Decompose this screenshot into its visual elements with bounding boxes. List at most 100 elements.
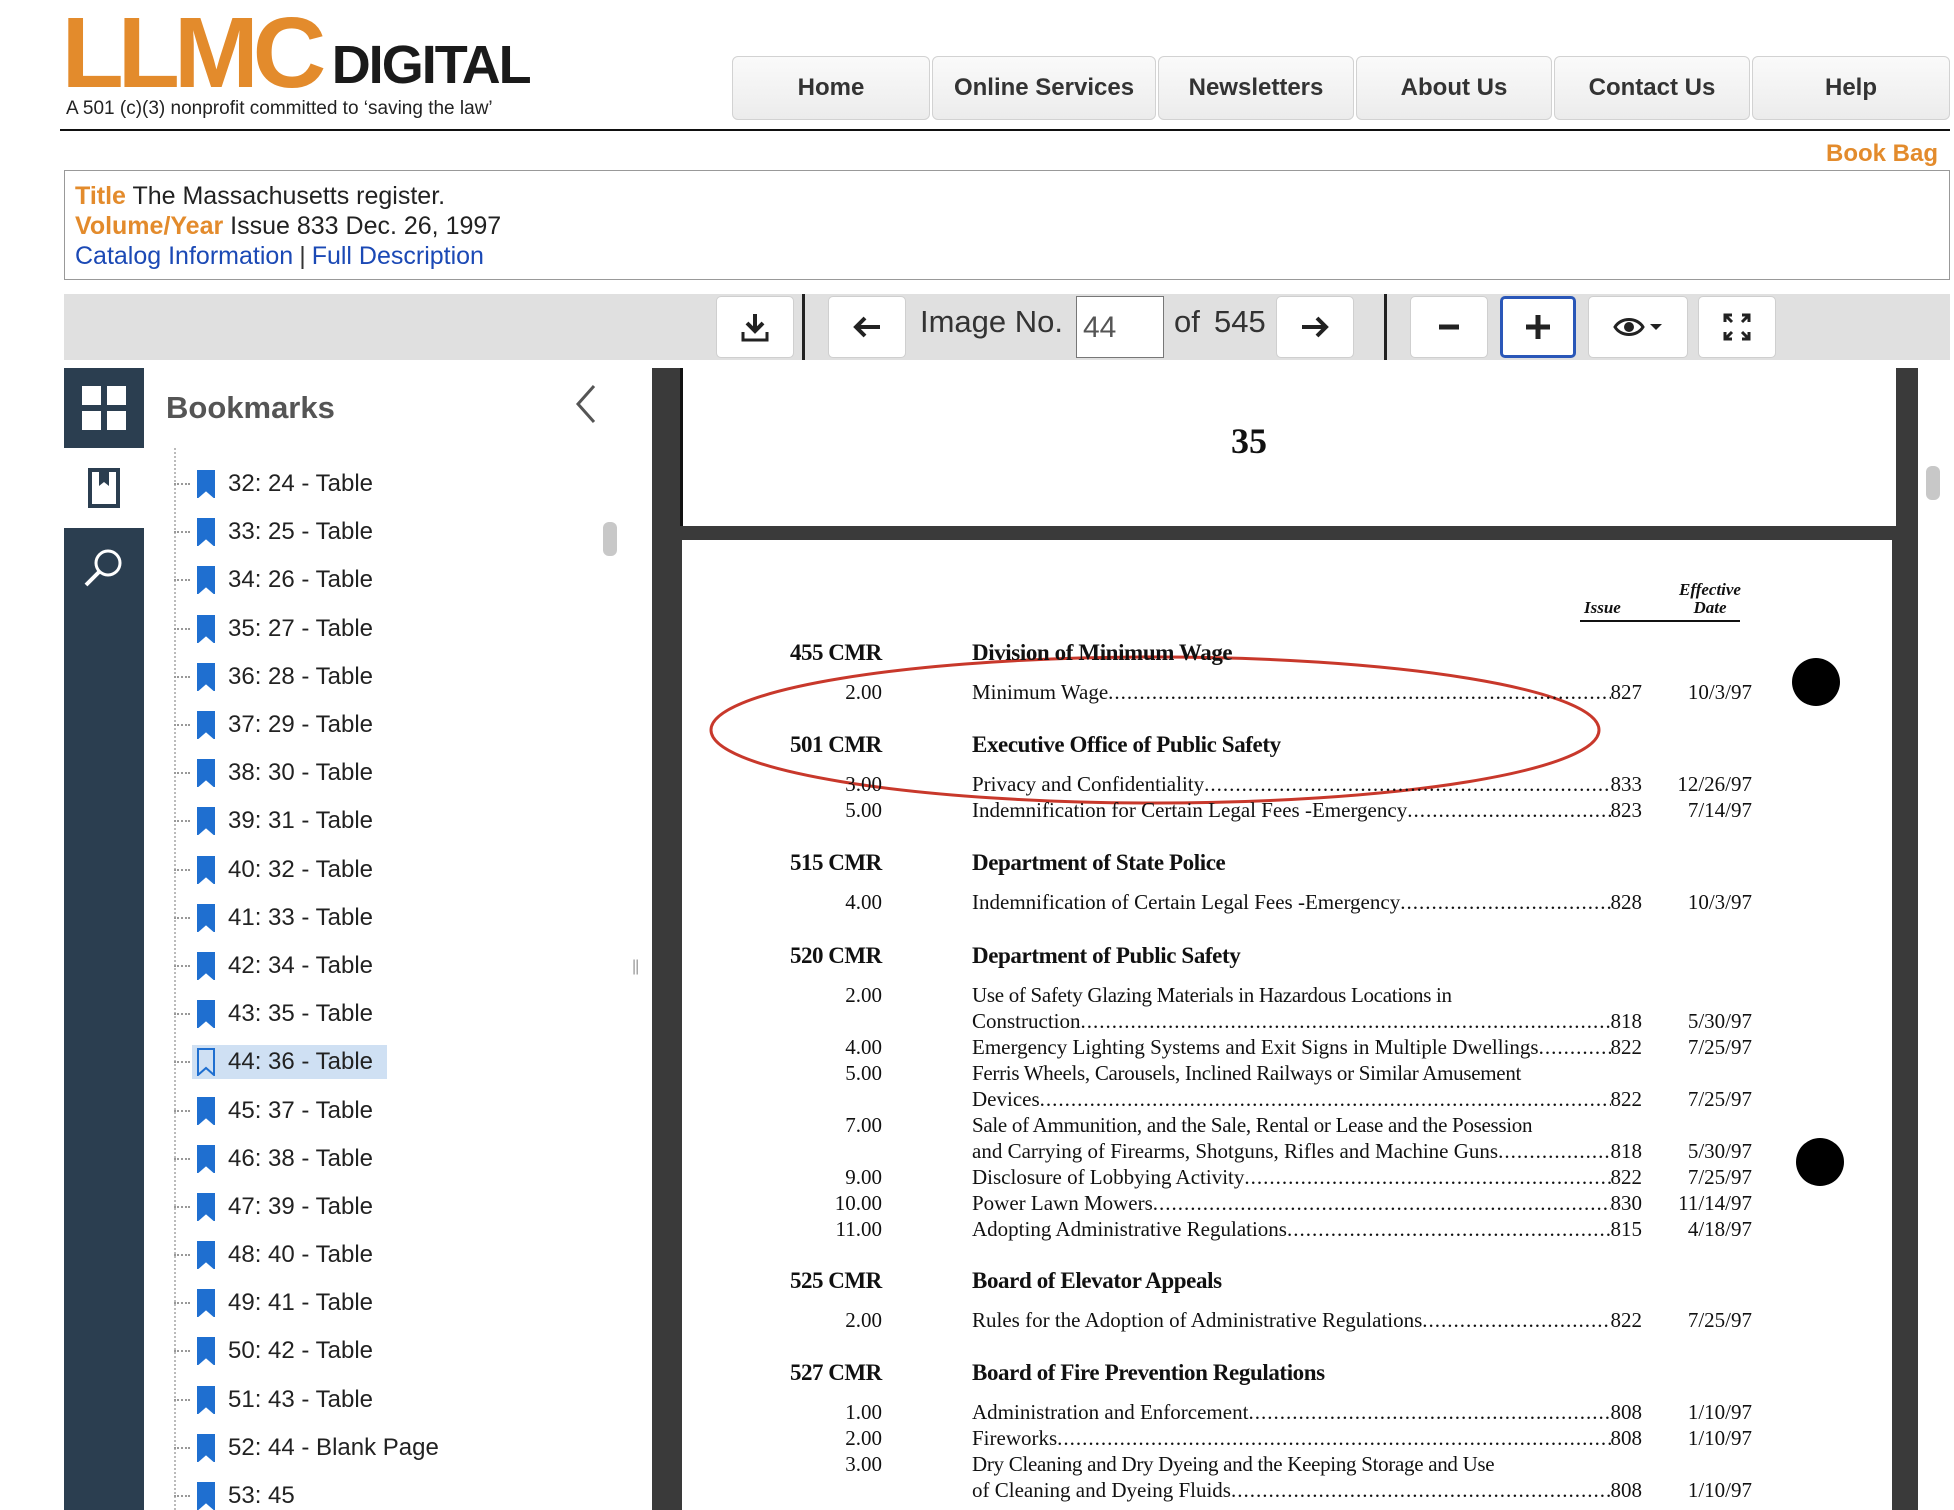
regulation-title: Minimum Wage xyxy=(972,680,1109,704)
bookmark-item[interactable]: 36: 28 - Table xyxy=(174,653,439,701)
image-number-input[interactable]: 44 xyxy=(1076,296,1164,358)
regulation-title-line: Fireworks 808 xyxy=(972,1426,1642,1451)
bookmark-item[interactable]: 38: 30 - Table xyxy=(174,749,439,797)
regulation-title-line: Rules for the Adoption of Administrative… xyxy=(972,1308,1642,1333)
llmc-digital-logo[interactable]: LLMC DIGITAL xyxy=(61,3,531,103)
regulation-title-line: of Cleaning and Dyeing Fluids 808 xyxy=(972,1478,1642,1503)
bookmark-item[interactable]: 53: 45 xyxy=(174,1472,439,1510)
effective-date: 10/3/97 xyxy=(1687,680,1752,704)
bookmark-item[interactable]: 45: 37 - Table xyxy=(174,1086,439,1134)
regulation-number: 10.00 xyxy=(834,1191,882,1215)
leader-dots xyxy=(1539,1035,1611,1060)
bookmark-label: 48: 40 - Table xyxy=(228,1241,373,1269)
issue-number: 815 xyxy=(1610,1217,1643,1241)
search-tab[interactable] xyxy=(64,528,144,608)
regulation-number: 4.00 xyxy=(845,1035,882,1059)
issue-number: 818 xyxy=(1610,1139,1643,1163)
bookmark-item[interactable]: 42: 34 - Table xyxy=(174,942,439,990)
tree-connector xyxy=(174,1205,190,1208)
bookmarks-panel: Bookmarks 32: 24 - Table 33: 25 - Table 34… xyxy=(144,368,624,1510)
regulation-title: Fireworks xyxy=(972,1426,1058,1450)
tree-connector xyxy=(174,1157,190,1160)
effective-date: 7/25/97 xyxy=(1687,1087,1752,1111)
tree-connector xyxy=(174,772,190,775)
col-header-date: Date xyxy=(1693,598,1727,617)
zoom-out-button[interactable] xyxy=(1410,296,1488,358)
bookmark-item[interactable]: 49: 41 - Table xyxy=(174,1279,439,1327)
next-image-button[interactable] xyxy=(1276,296,1354,358)
bookmark-icon xyxy=(197,1337,215,1366)
nav-home[interactable]: Home xyxy=(732,56,930,120)
tree-connector xyxy=(174,1061,190,1064)
issue-number: 833 xyxy=(1610,772,1643,796)
nav-newsletters[interactable]: Newsletters xyxy=(1158,56,1354,120)
zoom-in-button[interactable] xyxy=(1500,296,1576,358)
view-options-dropdown[interactable] xyxy=(1588,296,1688,358)
bookmarks-tab[interactable] xyxy=(64,448,144,528)
previous-image-button[interactable] xyxy=(828,296,906,358)
viewer-scrollbar-thumb[interactable] xyxy=(1926,466,1940,500)
nav-online-services[interactable]: Online Services xyxy=(932,56,1156,120)
bookmark-item[interactable]: 50: 42 - Table xyxy=(174,1327,439,1375)
bookmark-item[interactable]: 48: 40 - Table xyxy=(174,1231,439,1279)
bookmark-item[interactable]: 41: 33 - Table xyxy=(174,894,439,942)
effective-date: 7/25/97 xyxy=(1687,1165,1752,1189)
collapse-panel-button[interactable] xyxy=(574,384,598,429)
search-icon xyxy=(84,549,122,587)
nav-help[interactable]: Help xyxy=(1752,56,1950,120)
bookmark-icon xyxy=(197,566,215,595)
leader-dots xyxy=(1231,1478,1611,1503)
document-viewer[interactable]: 35 Issue Effective Date 455 CMR Division … xyxy=(652,368,1918,1510)
bookmark-item[interactable]: 46: 38 - Table xyxy=(174,1135,439,1183)
bookmark-item[interactable]: 51: 43 - Table xyxy=(174,1376,439,1424)
regulation-number: 9.00 xyxy=(845,1165,882,1189)
bookmark-item[interactable]: 34: 26 - Table xyxy=(174,556,439,604)
download-button[interactable] xyxy=(716,296,794,358)
bookmarks-title: Bookmarks xyxy=(166,390,335,425)
regulation-title-line: and Carrying of Firearms, Shotguns, Rifl… xyxy=(972,1139,1642,1164)
bookmark-item[interactable]: 32: 24 - Table xyxy=(174,460,439,508)
regulation-title: of Cleaning and Dyeing Fluids xyxy=(972,1478,1231,1502)
agency-heading: Executive Office of Public Safety xyxy=(972,732,1281,757)
agency-heading: Division of Minimum Wage xyxy=(972,640,1233,665)
of-label: of xyxy=(1174,304,1200,339)
bookmark-label: 35: 27 - Table xyxy=(228,614,373,642)
full-description-link[interactable]: Full Description xyxy=(312,242,484,270)
bookmark-item[interactable]: 35: 27 - Table xyxy=(174,605,439,653)
nav-contact-us[interactable]: Contact Us xyxy=(1554,56,1750,120)
regulation-number: 7.00 xyxy=(845,1113,882,1137)
leader-dots xyxy=(1108,680,1610,705)
catalog-information-link[interactable]: Catalog Information xyxy=(75,242,293,270)
bookmark-item[interactable]: 33: 25 - Table xyxy=(174,508,439,556)
regulation-title: Emergency Lighting Systems and Exit Sign… xyxy=(972,1035,1539,1059)
bookmark-item[interactable]: 47: 39 - Table xyxy=(174,1183,439,1231)
eye-icon xyxy=(1613,318,1645,336)
bookmark-item[interactable]: 40: 32 - Table xyxy=(174,846,439,894)
nav-about-us[interactable]: About Us xyxy=(1356,56,1552,120)
tree-connector xyxy=(174,1446,190,1449)
thumbnails-tab[interactable] xyxy=(64,368,144,448)
panel-resize-handle[interactable]: || xyxy=(632,958,639,976)
bookmark-item[interactable]: 43: 35 - Table xyxy=(174,990,439,1038)
book-bag-link[interactable]: Book Bag xyxy=(1826,140,1938,168)
fullscreen-button[interactable] xyxy=(1698,296,1776,358)
bookmark-label: 34: 26 - Table xyxy=(228,566,373,594)
link-separator: | xyxy=(299,242,306,270)
tree-connector xyxy=(174,820,190,823)
effective-date: 11/14/97 xyxy=(1678,1191,1752,1215)
arrow-left-icon xyxy=(853,316,880,338)
bookmark-item[interactable]: 44: 36 - Table xyxy=(174,1038,439,1086)
regulation-title-line: Power Lawn Mowers 830 xyxy=(972,1191,1642,1216)
leader-dots xyxy=(1422,1308,1610,1333)
bookmarks-scrollbar[interactable] xyxy=(603,522,617,556)
regulation-title-line: Administration and Enforcement 808 xyxy=(972,1400,1642,1425)
bookmark-item[interactable]: 37: 29 - Table xyxy=(174,701,439,749)
viewer-scrollbar-track[interactable] xyxy=(1918,368,1954,1510)
previous-page-image: 35 xyxy=(680,368,1896,526)
bookmark-item[interactable]: 52: 44 - Blank Page xyxy=(174,1424,439,1472)
tree-connector xyxy=(174,1013,190,1016)
issue-number: 822 xyxy=(1610,1165,1643,1189)
bookmark-item[interactable]: 39: 31 - Table xyxy=(174,797,439,845)
leader-dots xyxy=(1040,1087,1611,1112)
arrow-right-icon xyxy=(1302,316,1329,338)
